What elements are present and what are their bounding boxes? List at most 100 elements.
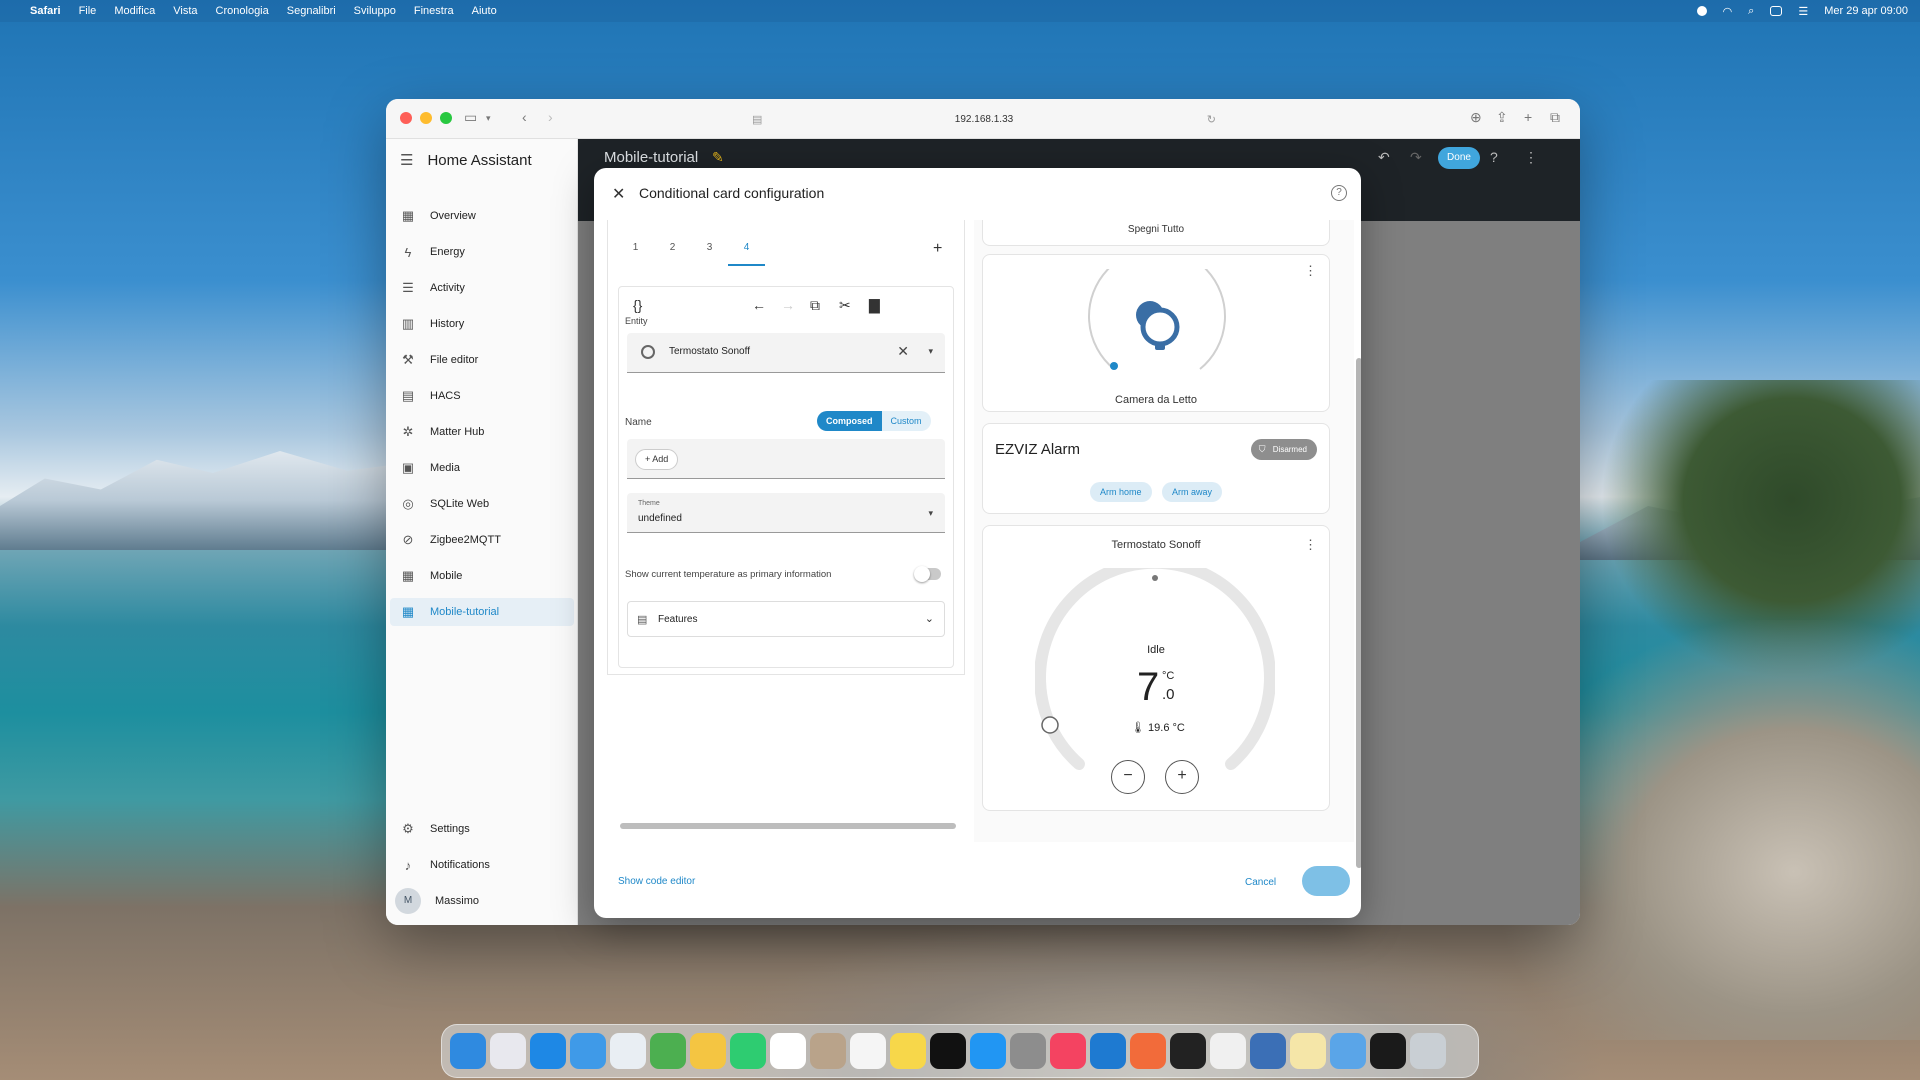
- download-icon[interactable]: ⊕: [1470, 109, 1482, 126]
- arrow-right-icon[interactable]: →: [781, 297, 795, 313]
- photos-icon[interactable]: [690, 1033, 726, 1069]
- trash-icon[interactable]: [1410, 1033, 1446, 1069]
- tab-1[interactable]: 1: [617, 242, 654, 266]
- code-braces-icon[interactable]: {}: [633, 297, 642, 313]
- undo-icon[interactable]: ↶: [1378, 149, 1390, 166]
- add-tab-icon[interactable]: +: [933, 240, 942, 258]
- menu-cronologia[interactable]: Cronologia: [216, 5, 269, 17]
- menu-sviluppo[interactable]: Sviluppo: [354, 5, 396, 17]
- decrease-temp-button[interactable]: −: [1111, 760, 1145, 794]
- sidebar-item-matter-hub[interactable]: ✲ Matter Hub: [390, 418, 574, 446]
- help-icon[interactable]: ?: [1331, 185, 1347, 201]
- more-vertical-icon[interactable]: ⋮: [1304, 263, 1317, 279]
- sidebar-item-hacs[interactable]: ▤ HACS: [390, 382, 574, 410]
- sidebar-item-file-editor[interactable]: ⚒ File editor: [390, 346, 574, 374]
- wifi-icon[interactable]: ◠: [1723, 5, 1733, 18]
- add-name-part-button[interactable]: + Add: [635, 449, 679, 470]
- safari-icon[interactable]: [530, 1033, 566, 1069]
- arrow-left-icon[interactable]: ←: [752, 297, 766, 313]
- more-vertical-icon[interactable]: ⋮: [1304, 537, 1317, 553]
- show-code-editor-link[interactable]: Show code editor: [618, 876, 695, 887]
- sidebar-item-sqlite-web[interactable]: ◎ SQLite Web: [390, 490, 574, 518]
- menu-vista[interactable]: Vista: [173, 5, 197, 17]
- increase-temp-button[interactable]: +: [1165, 760, 1199, 794]
- primary-temp-toggle[interactable]: [914, 566, 941, 582]
- entity-picker[interactable]: Termostato Sonoff ✕ ▾: [627, 333, 945, 373]
- notes-icon[interactable]: [890, 1033, 926, 1069]
- cancel-button[interactable]: Cancel: [1245, 877, 1276, 888]
- reload-icon[interactable]: ↻: [1207, 113, 1216, 126]
- light-card[interactable]: ⋮ Camera da Letto: [982, 254, 1330, 412]
- sidebar-item-mobile-tutorial[interactable]: ▦ Mobile-tutorial: [390, 598, 574, 626]
- target-temp-handle[interactable]: [1041, 716, 1059, 734]
- arm-home-button[interactable]: Arm home: [1090, 482, 1152, 502]
- pencil-icon[interactable]: ✎: [712, 149, 724, 166]
- done-button[interactable]: Done: [1438, 147, 1480, 169]
- finder-icon[interactable]: [450, 1033, 486, 1069]
- share-icon[interactable]: ⇪: [1496, 109, 1508, 126]
- sidebar-item-media[interactable]: ▣ Media: [390, 454, 574, 482]
- screen-icon[interactable]: [1370, 1033, 1406, 1069]
- menu-collapse-icon[interactable]: ☰: [400, 151, 413, 169]
- sidebar-item-notifications[interactable]: ♪ Notifications: [390, 851, 574, 879]
- launchpad-icon[interactable]: [490, 1033, 526, 1069]
- menu-modifica[interactable]: Modifica: [114, 5, 155, 17]
- trash-icon[interactable]: ▇: [869, 297, 880, 314]
- preview-icon[interactable]: [1250, 1033, 1286, 1069]
- sidebar-item-zigbee2mqtt[interactable]: ⊘ Zigbee2MQTT: [390, 526, 574, 554]
- forward-arrow-icon[interactable]: ›: [548, 109, 553, 125]
- zoom-window-button[interactable]: [440, 112, 452, 124]
- tv-icon[interactable]: [930, 1033, 966, 1069]
- dropdown-arrow-icon[interactable]: ▾: [928, 346, 933, 357]
- music-icon[interactable]: [1050, 1033, 1086, 1069]
- notes-alt-icon[interactable]: [1290, 1033, 1326, 1069]
- vscode-icon[interactable]: [1090, 1033, 1126, 1069]
- clear-icon[interactable]: ✕: [897, 343, 909, 360]
- reminders-icon[interactable]: [850, 1033, 886, 1069]
- tab-overview-icon[interactable]: ⧉: [1550, 109, 1560, 126]
- facetime-icon[interactable]: [730, 1033, 766, 1069]
- terminal-icon[interactable]: [1170, 1033, 1206, 1069]
- tab-3[interactable]: 3: [691, 242, 728, 266]
- mail-icon[interactable]: [570, 1033, 606, 1069]
- mail-alt-icon[interactable]: [610, 1033, 646, 1069]
- close-icon[interactable]: ✕: [612, 184, 625, 204]
- sidebar-item-activity[interactable]: ☰ Activity: [390, 274, 574, 302]
- menu-finestra[interactable]: Finestra: [414, 5, 454, 17]
- sidebar-item-user[interactable]: M Massimo: [390, 887, 574, 915]
- arm-away-button[interactable]: Arm away: [1161, 482, 1222, 502]
- save-button[interactable]: [1302, 866, 1350, 896]
- spotlight-icon[interactable]: ⌕: [1748, 5, 1754, 18]
- calendar-icon[interactable]: [770, 1033, 806, 1069]
- sidebar-item-settings[interactable]: ⚙ Settings: [390, 815, 574, 843]
- copy-icon[interactable]: ⧉: [810, 297, 820, 314]
- system-settings-icon[interactable]: [1010, 1033, 1046, 1069]
- app-store-icon[interactable]: [970, 1033, 1006, 1069]
- close-window-button[interactable]: [400, 112, 412, 124]
- horizontal-scrollbar[interactable]: [620, 823, 956, 829]
- features-expander[interactable]: ▤ Features ⌄: [627, 601, 945, 637]
- display-icon[interactable]: [1770, 6, 1783, 16]
- theme-select[interactable]: Theme undefined ▾: [627, 493, 945, 533]
- more-vertical-icon[interactable]: ⋮: [1524, 149, 1538, 166]
- menu-segnalibri[interactable]: Segnalibri: [287, 5, 336, 17]
- sidebar-item-mobile[interactable]: ▦ Mobile: [390, 562, 574, 590]
- tab-2[interactable]: 2: [654, 242, 691, 266]
- help-icon[interactable]: ?: [1490, 149, 1498, 165]
- textedit-icon[interactable]: [1210, 1033, 1246, 1069]
- minimize-window-button[interactable]: [420, 112, 432, 124]
- control-center-icon[interactable]: ☰: [1798, 5, 1808, 18]
- address-bar[interactable]: ▤ 192.168.1.33 ↻: [742, 106, 1226, 132]
- preview-card-spegni[interactable]: Spegni Tutto: [982, 220, 1330, 246]
- menu-safari[interactable]: Safari: [30, 5, 61, 17]
- sidebar-item-history[interactable]: ▥ History: [390, 310, 574, 338]
- composed-button[interactable]: Composed: [817, 411, 882, 431]
- downloads-folder-icon[interactable]: [1330, 1033, 1366, 1069]
- menu-file[interactable]: File: [79, 5, 97, 17]
- chevron-down-icon[interactable]: ▾: [486, 113, 491, 124]
- sidebar-item-overview[interactable]: ▦ Overview: [390, 202, 574, 230]
- menubar-clock[interactable]: Mer 29 apr 09:00: [1824, 5, 1908, 17]
- scissors-icon[interactable]: ✂: [839, 297, 851, 314]
- record-icon[interactable]: [1696, 6, 1707, 16]
- redo-icon[interactable]: ↷: [1410, 149, 1422, 166]
